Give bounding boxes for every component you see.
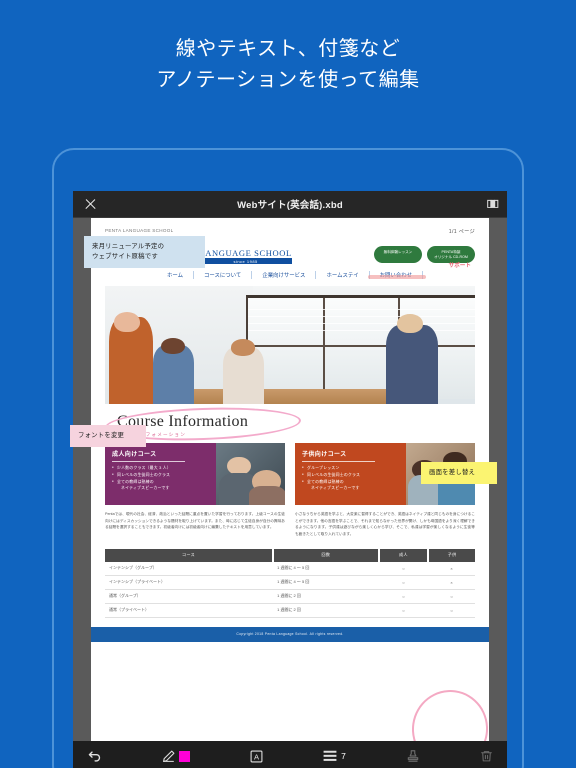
stamp-button[interactable]: [406, 749, 420, 763]
cta-cdrom-label-2: オリジナル CD-ROM: [434, 254, 468, 259]
cta-free-lesson-label: 無料体験レッスン: [383, 249, 413, 254]
undo-button[interactable]: [87, 749, 102, 764]
course-card-adult-title: 成人向けコース: [112, 449, 185, 462]
svg-text:A: A: [254, 752, 260, 761]
cta-cdrom-label-1: PENTA特製: [441, 249, 461, 254]
cell-adult: ○: [378, 561, 429, 576]
table-row: 通常（グループ） 1 週間に 2 回 ○ ○: [105, 589, 475, 604]
course-card-adult-photo: [216, 443, 285, 505]
page-indicator: 1/1 ページ: [448, 229, 475, 235]
delete-button[interactable]: [480, 749, 493, 763]
line-style-icon: [323, 750, 337, 761]
document-title: Webサイト(英会話).xbd: [237, 200, 343, 211]
pen-color-swatch[interactable]: [179, 750, 191, 762]
sticky-note-renewal[interactable]: 来月リニューアル予定の ウェブサイト原稿です: [84, 236, 205, 268]
course-card-kids-title: 子供向けコース: [302, 449, 375, 462]
nav-item-contact[interactable]: お問い合わせ: [367, 271, 427, 279]
pen-tool-button[interactable]: [162, 750, 191, 763]
cell-frequency: 1 週間に 4 ～ 5 回: [273, 561, 379, 576]
logo-since-bar: since 1985: [199, 258, 292, 264]
table-row: インテンシブ（プライベート） 1 週間に 4 ～ 5 回 ○ ×: [105, 575, 475, 590]
sticky-note-renewal-text: 来月リニューアル予定の ウェブサイト原稿です: [92, 243, 165, 260]
page-header-brand: PENTA LANGUAGE SCHOOL: [105, 228, 174, 233]
sticky-note-image-text: 画面を差し替え: [429, 469, 476, 476]
promo-headline: 線やテキスト、付箋など アノテーションを使って編集: [0, 34, 576, 96]
cell-course: インテンシブ（グループ）: [105, 561, 274, 576]
logo-subtext: LANGUAGE SCHOOL since 1985: [199, 247, 292, 264]
page-footer-copyright: Copyright 2018 Penta Language School. Al…: [91, 626, 489, 642]
nav-item-courses[interactable]: コースについて: [194, 271, 253, 279]
app-title-bar: Webサイト(英会話).xbd ▯▮▯: [73, 191, 507, 218]
sticky-note-font[interactable]: フォントを変更: [70, 425, 146, 447]
hero-photo: [105, 286, 475, 404]
undo-icon: [88, 750, 101, 762]
table-row: 通常（プライベート） 1 週間に 2 回 ○ ○: [105, 603, 475, 618]
paragraph-adult: Pentaでは、現代の社会、経済、政治といった話題に重点を置いた学習を行っており…: [105, 512, 285, 530]
table-header-adult: 成人: [378, 548, 430, 562]
text-annotation-icon: A: [250, 750, 263, 762]
pen-icon: [163, 750, 175, 762]
line-count-value: 7: [341, 751, 346, 761]
headline-line-1: 線やテキスト、付箋など: [175, 38, 401, 60]
cta-free-lesson-button[interactable]: 無料体験レッスン: [374, 246, 422, 263]
course-schedule-table: コース 回数 成人 子供 インテンシブ（グループ） 1 週間に 4 ～ 5 回 …: [105, 548, 475, 618]
line-style-button[interactable]: 7: [323, 750, 346, 762]
cell-frequency: 1 週間に 2 回: [273, 589, 379, 604]
table-header-row: コース 回数 成人 子供: [105, 548, 475, 562]
page-header-row: PENTA LANGUAGE SCHOOL 1/1 ページ: [91, 218, 489, 235]
cell-adult: ○: [378, 589, 429, 604]
table-header-kids: 子供: [428, 548, 475, 562]
cell-adult: ○: [378, 575, 429, 590]
view-mode-icon[interactable]: ▯▮▯: [486, 199, 498, 210]
cell-frequency: 1 週間に 4 ～ 5 回: [273, 575, 379, 590]
course-card-kids-bullet-3: 全ての教師は熟練の: [302, 479, 401, 486]
headline-line-2: アノテーションを使って編集: [156, 69, 420, 91]
cell-kids: ×: [428, 561, 475, 576]
annotation-toolbar: A 7: [73, 741, 507, 768]
course-card-kids-bullet-4: ネイティブスピーカーです: [311, 485, 360, 491]
nav-item-home[interactable]: ホーム: [157, 271, 194, 279]
cell-kids: ○: [428, 589, 475, 604]
nav-item-corporate[interactable]: 企業向けサービス: [252, 271, 317, 279]
cell-kids: ○: [428, 603, 475, 618]
course-card-adult-bullet-3: 全ての教師は熟練の: [112, 479, 211, 486]
table-header-course: コース: [105, 548, 275, 562]
nav-annotation-text: サポート: [448, 263, 471, 269]
paragraph-kids: 小さなうちから英語を学ぶと、大変楽に習得することができ、英語はネイティブ達と同じ…: [295, 512, 475, 537]
nav-item-homestay[interactable]: ホームステイ: [316, 271, 370, 279]
course-card-adult[interactable]: 成人向けコース 少人数のクラス（最大 3 人） 同レベルの生徒同士のクラス 全て…: [105, 443, 285, 505]
course-card-adult-bullet-1: 少人数のクラス（最大 3 人）: [112, 465, 211, 472]
close-icon[interactable]: [84, 198, 97, 211]
course-card-adult-bullet-2: 同レベルの生徒同士のクラス: [112, 472, 211, 479]
course-card-adult-bullet-4: ネイティブスピーカーです: [121, 485, 170, 491]
trash-icon: [481, 751, 492, 762]
text-annotation-button[interactable]: A: [250, 750, 263, 763]
course-card-group: 成人向けコース 少人数のクラス（最大 3 人） 同レベルの生徒同士のクラス 全て…: [105, 443, 475, 505]
site-navigation: ホーム コースについて 企業向けサービス ホームステイ お問い合わせ サポート: [91, 263, 489, 284]
cell-course: 通常（グループ）: [105, 589, 274, 604]
cell-course: 通常（プライベート）: [105, 603, 274, 618]
stamp-icon: [407, 750, 419, 762]
course-card-kids-bullet-2: 同レベルの生徒同士のクラス: [302, 472, 401, 479]
table-row: インテンシブ（グループ） 1 週間に 4 ～ 5 回 ○ ×: [105, 561, 475, 576]
sticky-note-image[interactable]: 画面を差し替え: [421, 462, 497, 484]
sticky-note-font-text: フォントを変更: [78, 432, 125, 439]
course-card-kids-bullet-1: グループレッスン: [302, 465, 401, 472]
cell-kids: ×: [428, 575, 475, 590]
course-description-block: Pentaでは、現代の社会、経済、政治といった話題に重点を置いた学習を行っており…: [105, 511, 475, 538]
cell-adult: ○: [378, 603, 429, 618]
logo-sub-top: LANGUAGE SCHOOL: [199, 247, 292, 258]
table-header-frequency: 回数: [273, 548, 380, 562]
cell-frequency: 1 週間に 2 回: [273, 603, 379, 618]
cell-course: インテンシブ（プライベート）: [105, 575, 274, 590]
